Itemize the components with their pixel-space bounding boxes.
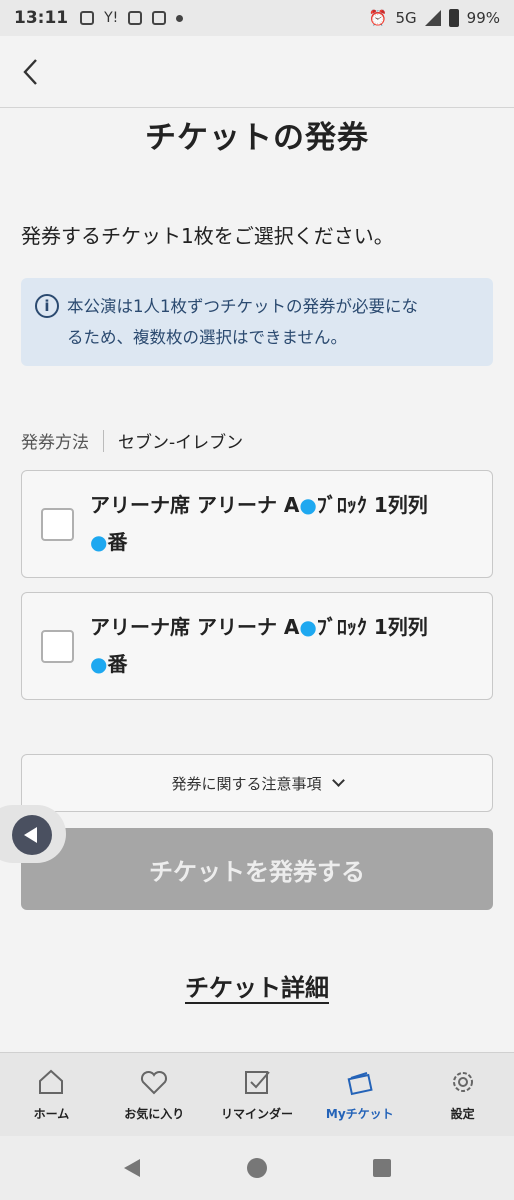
ticket-label: アリーナ席 アリーナ A●ﾌﾞﾛｯｸ 1列列 ●番 bbox=[90, 487, 480, 561]
nav-item-home[interactable]: ホーム bbox=[0, 1053, 103, 1136]
more-notifications-icon bbox=[176, 14, 184, 22]
nav-label: Myチケット bbox=[325, 1107, 394, 1121]
instruction-text: 発券するチケット1枚をご選択ください。 bbox=[21, 224, 394, 248]
nav-label: お気に入り bbox=[124, 1107, 185, 1121]
yahoo-icon: Y! bbox=[104, 10, 119, 26]
chevron-down-icon bbox=[331, 774, 345, 787]
app-header bbox=[0, 36, 514, 108]
ticket-option[interactable]: アリーナ席 アリーナ A●ﾌﾞﾛｯｸ 1列列 ●番 bbox=[21, 470, 493, 578]
info-notice: i 本公演は1人1枚ずつチケットの発券が必要にな るため、複数枚の選択はできませ… bbox=[21, 278, 493, 366]
heart-icon bbox=[141, 1070, 168, 1095]
issue-method-label: 発券方法 bbox=[21, 433, 89, 453]
ticket-number-text: 番 bbox=[107, 530, 128, 554]
issue-ticket-button[interactable]: チケットを発券する bbox=[21, 828, 493, 910]
ticket-seat-text: アリーナ席 アリーナ A bbox=[90, 615, 300, 639]
chevron-left-icon bbox=[23, 59, 37, 85]
page-title: チケットの発券 bbox=[145, 120, 369, 156]
ticket-option[interactable]: アリーナ席 アリーナ A●ﾌﾞﾛｯｸ 1列列 ●番 bbox=[21, 592, 493, 700]
notification-icons: Y! bbox=[80, 10, 184, 26]
ticket-detail-link[interactable]: チケット詳細 bbox=[0, 968, 514, 1003]
ticket-icon bbox=[347, 1072, 373, 1096]
info-icon: i bbox=[35, 294, 59, 318]
gear-icon bbox=[452, 1072, 473, 1092]
battery-icon bbox=[448, 9, 459, 27]
battery-level: 99% bbox=[466, 9, 500, 27]
info-text-line2: るため、複数枚の選択はできません。 bbox=[67, 328, 348, 347]
floating-back-circle bbox=[12, 815, 52, 855]
nav-item-reminder[interactable]: リマインダー bbox=[206, 1053, 309, 1136]
network-type: 5G bbox=[395, 9, 417, 27]
redaction-mark: ● bbox=[299, 493, 317, 517]
issue-notes-button[interactable]: 発券に関する注意事項 bbox=[21, 754, 493, 812]
redaction-mark: ● bbox=[299, 615, 317, 639]
ticket-label: アリーナ席 アリーナ A●ﾌﾞﾛｯｸ 1列列 ●番 bbox=[90, 609, 480, 683]
nav-label: 設定 bbox=[450, 1107, 475, 1121]
status-bar: 13:11 Y! ⏰ 5G 99% bbox=[0, 0, 514, 36]
nav-item-favorites[interactable]: お気に入り bbox=[103, 1053, 206, 1136]
ticket-detail-label: チケット詳細 bbox=[185, 974, 329, 1002]
home-icon bbox=[39, 1069, 64, 1094]
bottom-nav: ホーム お気に入り リマインダー Myチケット 設定 bbox=[0, 1052, 514, 1136]
ticket-number-text: 番 bbox=[107, 652, 128, 676]
status-time: 13:11 bbox=[14, 8, 69, 28]
system-recents-icon[interactable] bbox=[370, 1156, 394, 1180]
divider bbox=[103, 429, 104, 452]
ticket-checkbox[interactable] bbox=[41, 630, 74, 663]
issue-ticket-label: チケットを発券する bbox=[149, 857, 365, 886]
app-notification-icon bbox=[80, 11, 95, 25]
nav-item-my-ticket[interactable]: Myチケット bbox=[308, 1053, 411, 1136]
nav-item-settings[interactable]: 設定 bbox=[411, 1053, 514, 1136]
floating-back-button[interactable] bbox=[0, 805, 66, 863]
nav-label: リマインダー bbox=[220, 1107, 293, 1121]
system-home-icon[interactable] bbox=[245, 1156, 269, 1180]
back-button[interactable] bbox=[14, 54, 50, 90]
triangle-left-icon bbox=[24, 827, 37, 843]
d-app-icon bbox=[128, 11, 143, 25]
signal-icon bbox=[424, 10, 441, 26]
ticket-checkbox[interactable] bbox=[41, 508, 74, 541]
system-nav-bar bbox=[0, 1136, 514, 1200]
alarm-icon: ⏰ bbox=[368, 9, 388, 27]
nav-label: ホーム bbox=[33, 1107, 70, 1121]
rakuten-icon bbox=[152, 11, 167, 25]
ticket-seat-text: アリーナ席 アリーナ A bbox=[90, 493, 300, 517]
redaction-mark: ● bbox=[90, 652, 108, 676]
ticket-block-text: ﾌﾞﾛｯｸ 1列列 bbox=[316, 615, 428, 639]
issue-notes-label: 発券に関する注意事項 bbox=[171, 774, 322, 793]
system-back-icon[interactable] bbox=[120, 1156, 144, 1180]
redaction-mark: ● bbox=[90, 530, 108, 554]
info-text-line1: 本公演は1人1枚ずつチケットの発券が必要にな bbox=[67, 297, 418, 316]
checkbox-icon bbox=[244, 1071, 270, 1094]
issue-method-value: セブン-イレブン bbox=[118, 433, 244, 453]
ticket-block-text: ﾌﾞﾛｯｸ 1列列 bbox=[316, 493, 428, 517]
issue-method: 発券方法 セブン-イレブン bbox=[21, 428, 243, 453]
